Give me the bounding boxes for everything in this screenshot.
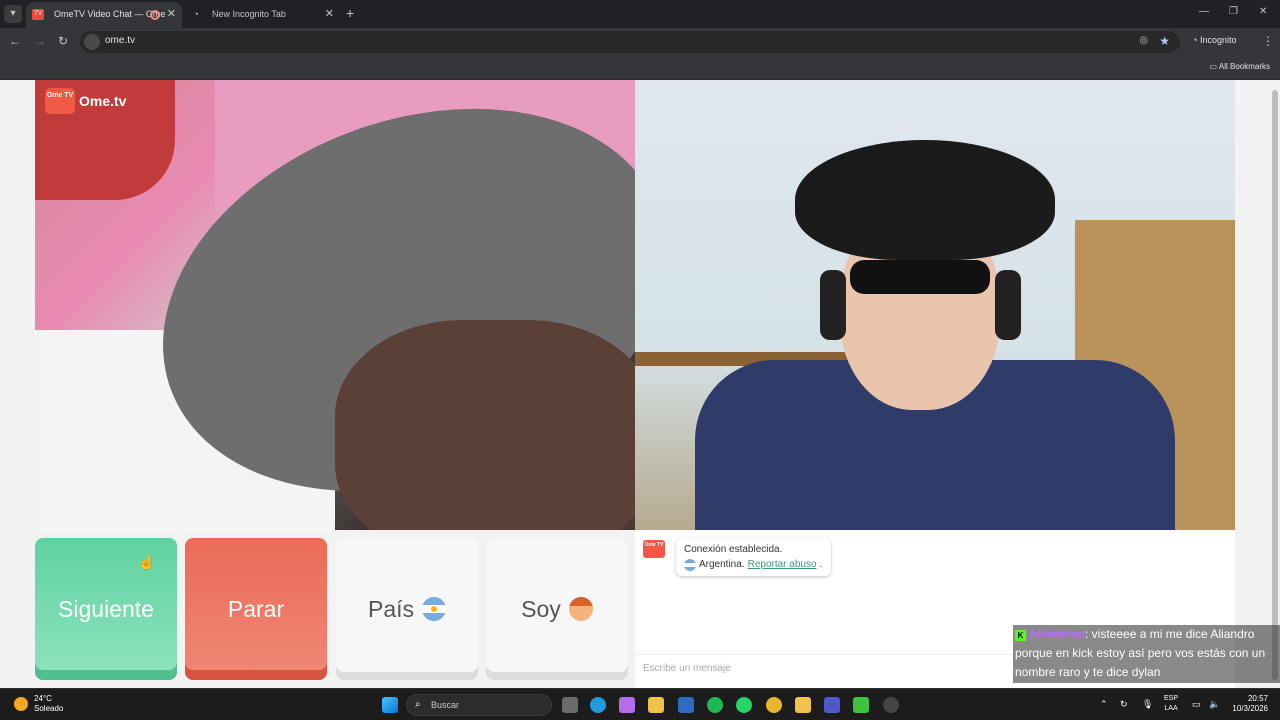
teams-icon[interactable] — [824, 697, 840, 713]
argentina-flag-icon — [684, 558, 696, 571]
chrome-icon[interactable] — [766, 697, 782, 713]
lang-top: ESP — [1164, 695, 1179, 702]
country-label: País — [367, 595, 415, 622]
sun-icon — [14, 697, 28, 711]
tab-search-icon[interactable]: ▾ — [4, 5, 22, 23]
incognito-icon: ◔ — [193, 9, 199, 19]
network-icon[interactable]: ▭ — [1192, 699, 1201, 710]
language-indicator[interactable]: ESP LAA — [1164, 694, 1178, 714]
all-bookmarks-label: All Bookmarks — [1218, 62, 1270, 71]
weather-text: Soleado — [34, 704, 64, 713]
report-suffix: . — [819, 559, 823, 570]
scrollbar-thumb[interactable] — [1272, 90, 1278, 680]
tab-title: OmeTV Video Chat — Ome — [54, 9, 166, 19]
search-placeholder: Buscar — [431, 700, 460, 710]
close-tab-icon[interactable]: ✕ — [325, 2, 334, 26]
search-icon: ⌕ — [415, 699, 421, 710]
temperature: 24°C — [34, 694, 52, 703]
logo-badge: Ome TV — [45, 88, 75, 114]
boy-emoji-icon — [568, 597, 593, 621]
country-button[interactable]: País — [336, 538, 478, 680]
logo-text: Ome.tv — [79, 93, 127, 109]
close-tab-icon[interactable]: ✕ — [167, 2, 176, 26]
obs-icon[interactable] — [883, 697, 899, 713]
scrollbar[interactable] — [1270, 80, 1280, 688]
task-view-icon[interactable] — [562, 697, 578, 713]
folder-icon: ▭ — [1209, 62, 1219, 71]
tab-ometv[interactable]: TV OmeTV Video Chat — Ome ✕ — [26, 2, 182, 28]
incognito-icon: ◔ — [1192, 35, 1200, 45]
microphone-icon[interactable]: 🎙 — [1142, 699, 1153, 710]
ometv-logo: Ome TV Ome.tv — [45, 88, 126, 114]
mail-icon[interactable] — [678, 697, 694, 713]
stop-button[interactable]: Parar — [185, 538, 327, 680]
file-explorer-icon[interactable] — [795, 697, 811, 713]
overlay-username: Aliandroo — [1029, 627, 1085, 641]
url-text: ome.tv — [105, 35, 136, 46]
connection-status: Conexión establecida. — [684, 544, 783, 555]
incognito-label: Incognito — [1199, 35, 1237, 45]
ometv-favicon-icon: TV — [32, 9, 44, 20]
volume-icon[interactable]: 🔈 — [1209, 699, 1220, 710]
bookmark-star-icon[interactable]: ★ — [1159, 34, 1170, 48]
reload-icon[interactable]: ↻ — [58, 34, 68, 48]
all-bookmarks-button[interactable]: ▭ All Bookmarks — [1210, 62, 1270, 71]
forward-icon[interactable]: → — [34, 34, 46, 48]
store-icon[interactable] — [648, 697, 664, 713]
report-abuse-link[interactable]: Reportar abuso — [748, 557, 817, 572]
whatsapp-icon[interactable] — [736, 697, 752, 713]
system-message: Conexión establecida. Argentina. Reporta… — [676, 538, 831, 576]
next-label: Siguiente — [58, 595, 154, 622]
browser-toolbar: ← → ↻ ome.tv ◎ ★ ◔ Incognito ⋮ — [0, 28, 1280, 56]
mouse-cursor-icon: ☝ — [138, 554, 156, 570]
remote-video — [635, 80, 1235, 530]
lang-bottom: LAA — [1164, 705, 1178, 712]
ometv-avatar-icon: Ome TV — [643, 540, 665, 558]
video-bg — [850, 260, 990, 294]
argentina-flag-icon — [422, 597, 447, 621]
video-bg — [995, 270, 1021, 340]
incognito-badge[interactable]: ◔ Incognito — [1192, 35, 1236, 45]
spotify-icon[interactable] — [707, 697, 723, 713]
time: 20:57 — [1247, 694, 1268, 703]
tab-new-incognito[interactable]: ◔ New Incognito Tab ✕ — [184, 2, 340, 28]
eye-off-icon[interactable]: ◎ — [1139, 35, 1148, 46]
menu-icon[interactable]: ⋮ — [1262, 34, 1274, 48]
tab-title: New Incognito Tab — [212, 9, 286, 19]
windows-start-icon[interactable] — [382, 697, 398, 713]
video-bg — [795, 140, 1055, 260]
copilot-icon[interactable] — [619, 697, 635, 713]
weather-widget[interactable]: 24°C Soleado — [14, 694, 63, 714]
windows-taskbar: 24°C Soleado ⌕ Buscar ⌃ ↻ 🎙 ESP LAA ▭ 🔈 … — [0, 688, 1280, 720]
stop-label: Parar — [227, 595, 285, 622]
gender-button[interactable]: Soy — [486, 538, 628, 680]
kick-icon: K — [1015, 630, 1026, 641]
clock[interactable]: 20:57 10/3/2026 — [1228, 694, 1268, 714]
sync-icon[interactable]: ↻ — [1120, 699, 1128, 710]
new-tab-icon[interactable]: + — [346, 5, 354, 21]
taskbar-search[interactable]: ⌕ Buscar — [406, 694, 552, 716]
video-bg — [820, 270, 846, 340]
address-bar[interactable]: ome.tv ◎ ★ — [80, 31, 1180, 53]
date: 10/3/2026 — [1232, 704, 1268, 713]
bookmarks-bar: ▭ All Bookmarks — [0, 56, 1280, 80]
page-content: Ome TV Ome.tv Siguiente Parar País Soy ☝… — [0, 80, 1280, 688]
video-bg — [335, 320, 635, 530]
edge-icon[interactable] — [590, 697, 606, 713]
stream-chat-overlay: K Aliandroo: visteeee a mi me dice Aliand… — [1013, 625, 1280, 683]
site-info-icon[interactable] — [84, 34, 100, 50]
local-video — [35, 80, 635, 530]
next-button[interactable]: Siguiente — [35, 538, 177, 680]
recording-icon — [150, 10, 160, 20]
minecraft-icon[interactable] — [853, 697, 869, 713]
gender-label: Soy — [521, 595, 561, 622]
back-icon[interactable]: ← — [9, 34, 21, 48]
close-window-icon[interactable]: ✕ — [1259, 6, 1267, 17]
chevron-up-icon[interactable]: ⌃ — [1100, 699, 1108, 710]
restore-icon[interactable]: ❐ — [1229, 6, 1238, 17]
minimize-icon[interactable]: — — [1199, 6, 1209, 17]
tab-strip: ▾ TV OmeTV Video Chat — Ome ✕ ◔ New Inco… — [0, 0, 1280, 28]
country-name: Argentina. — [699, 559, 745, 570]
